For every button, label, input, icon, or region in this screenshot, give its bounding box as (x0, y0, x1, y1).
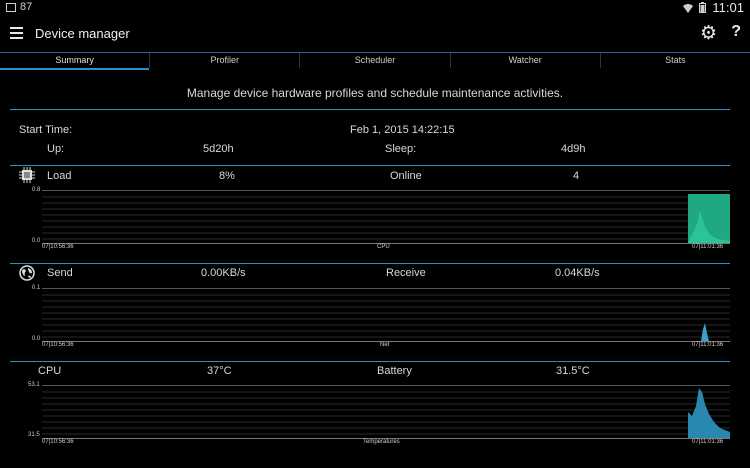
receive-label: Receive (386, 267, 426, 279)
menu-icon[interactable] (10, 27, 23, 39)
temp-section-divider (10, 361, 730, 362)
help-icon[interactable]: ? (731, 23, 741, 41)
temp-chart-name: Temperatures (363, 439, 400, 445)
tab-watcher[interactable]: Watcher (451, 53, 601, 68)
online-value: 4 (573, 170, 580, 182)
net-chart-end-time: 07|11:01:36 (692, 342, 724, 348)
start-time-value: Feb 1, 2015 14:22:15 (350, 124, 455, 136)
tab-stats[interactable]: Stats (601, 53, 750, 68)
cpu-temp-value: 37°C (207, 365, 232, 377)
sleep-label: Sleep: (385, 143, 417, 155)
globe-icon (19, 265, 35, 281)
online-label: Online (390, 170, 422, 182)
tab-bar: Summary Profiler Scheduler Watcher Stats (0, 52, 750, 70)
net-chart-ymax: 0.1 (32, 285, 41, 291)
send-value: 0.00KB/s (201, 267, 246, 279)
temp-chart-end-time: 07|11:01:36 (692, 439, 724, 445)
uptime-value: 5d20h (203, 143, 234, 155)
load-label: Load (47, 170, 72, 182)
net-chart (42, 288, 730, 342)
cpu-chart (42, 190, 730, 244)
page-description: Manage device hardware profiles and sche… (186, 86, 564, 100)
notification-text: 87 (20, 1, 33, 13)
start-time-label: Start Time: (19, 124, 73, 136)
wifi-icon (683, 3, 694, 13)
tab-profiler[interactable]: Profiler (150, 53, 301, 68)
net-section-divider (10, 263, 730, 264)
cpu-chip-icon (19, 167, 35, 183)
load-value: 8% (219, 170, 235, 182)
tab-scheduler[interactable]: Scheduler (300, 53, 451, 68)
battery-icon (699, 2, 707, 13)
net-chart-start-time: 07|10:56:36 (42, 342, 74, 348)
cpu-chart-start-time: 07|10:56:36 (42, 244, 74, 250)
clock: 11:01 (712, 0, 744, 15)
action-bar: Device manager ⚙ ? (0, 16, 750, 52)
image-notification-icon (6, 2, 16, 12)
temperature-chart (42, 385, 730, 439)
send-label: Send (47, 267, 73, 279)
temp-chart-start-time: 07|10:56:36 (42, 439, 74, 445)
gear-icon[interactable]: ⚙ (700, 22, 717, 45)
receive-value: 0.04KB/s (555, 267, 600, 279)
uptime-label: Up: (47, 143, 65, 155)
net-chart-name: Net (380, 342, 390, 348)
status-bar: 87 11:01 (0, 0, 750, 16)
cpu-section-divider (10, 165, 730, 166)
net-chart-ymin: 0.0 (32, 336, 41, 342)
tab-summary[interactable]: Summary (0, 53, 151, 70)
cpu-chart-ymin: 0.0 (32, 238, 41, 244)
battery-temp-value: 31.5°C (556, 365, 590, 377)
cpu-chart-end-time: 07|11:01:36 (692, 244, 724, 250)
temp-chart-ymin: 31.5 (28, 432, 40, 438)
cpu-chart-name: CPU (377, 244, 390, 250)
temp-chart-ymax: 53.1 (28, 382, 40, 388)
app-title: Device manager (35, 26, 130, 41)
cpu-chart-ymax: 0.8 (32, 187, 41, 193)
cpu-temp-label: CPU (38, 365, 62, 377)
divider (10, 109, 730, 110)
battery-temp-label: Battery (377, 365, 412, 377)
sleep-value: 4d9h (561, 143, 586, 155)
